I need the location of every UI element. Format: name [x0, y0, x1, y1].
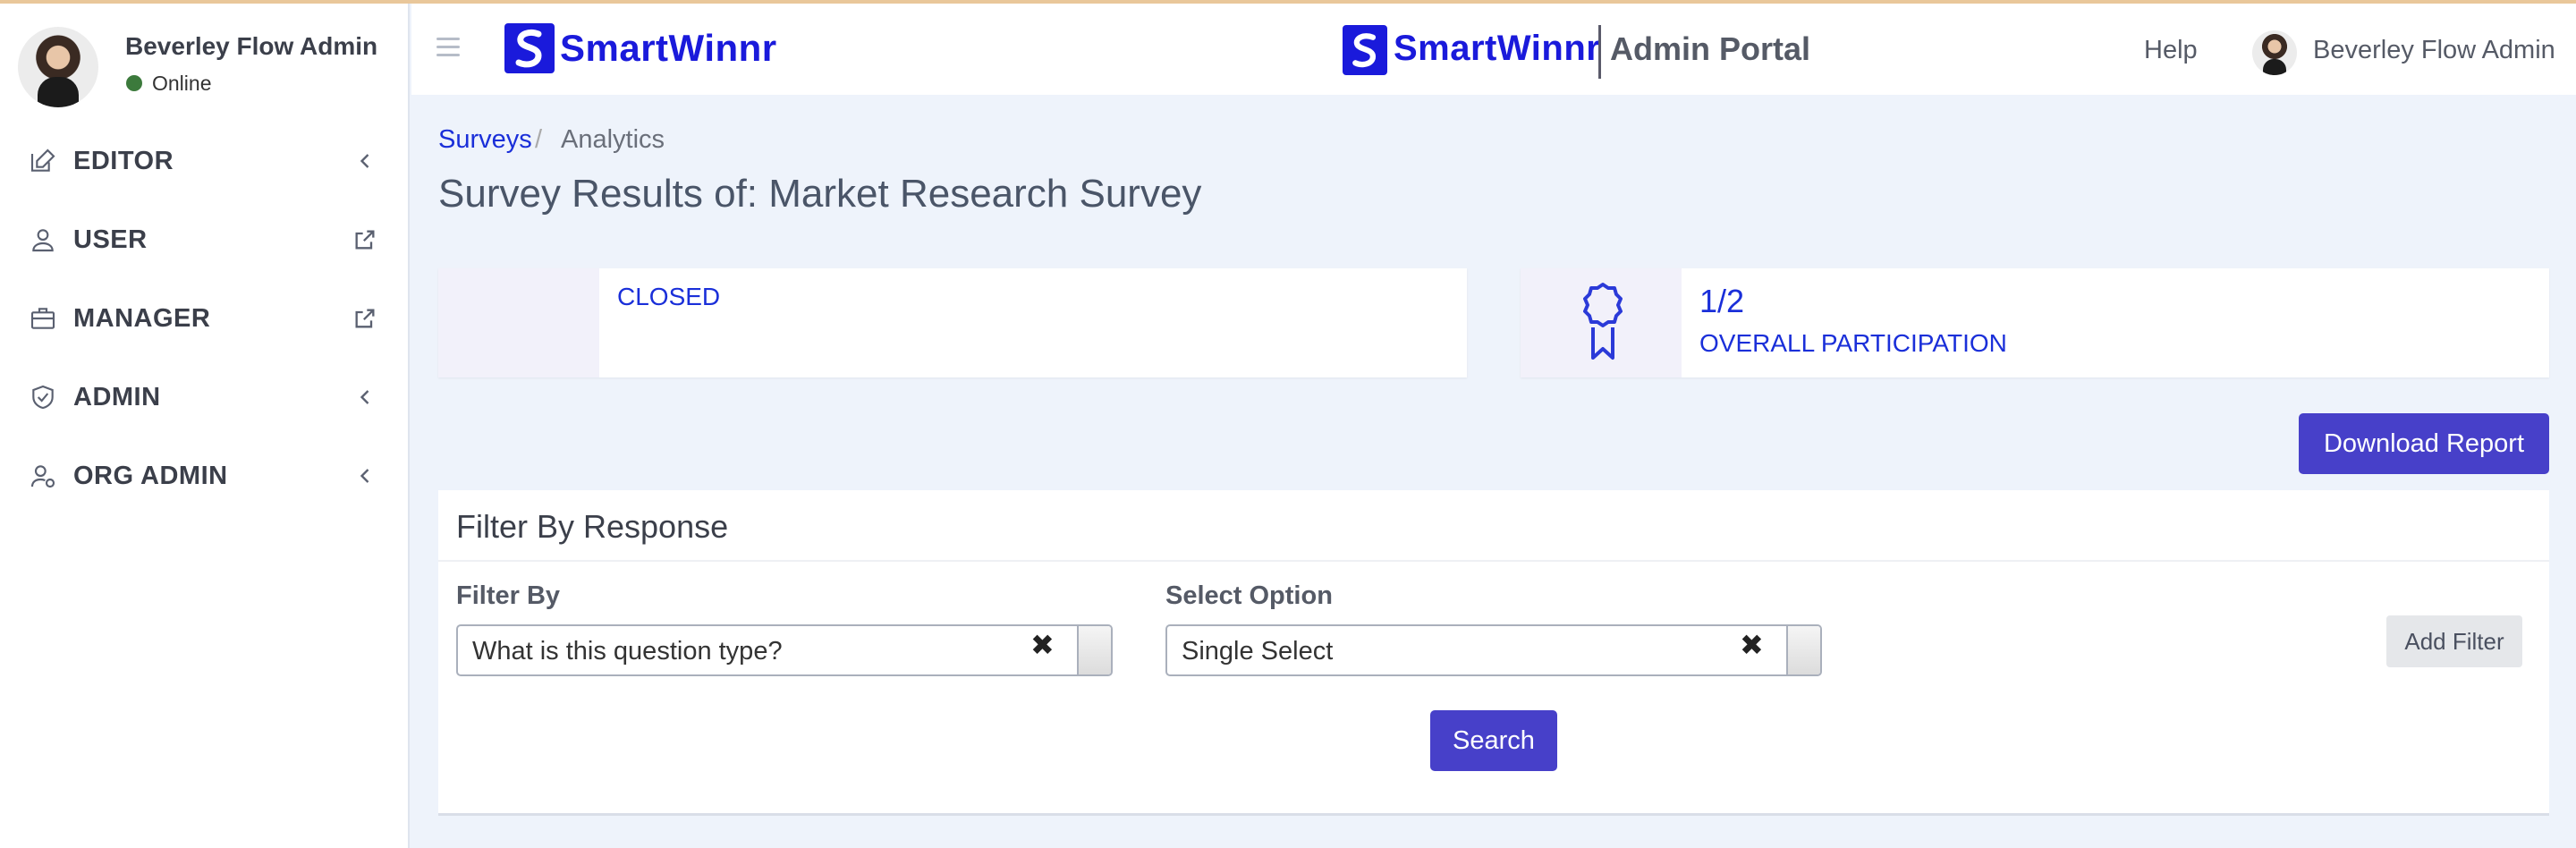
- clear-icon[interactable]: ✖: [1740, 628, 1764, 662]
- survey-status: CLOSED: [617, 283, 721, 310]
- select-option-select[interactable]: Single Select ✖: [1165, 624, 1822, 676]
- participation-icon-area: [1521, 268, 1682, 377]
- participation-label: OVERALL PARTICIPATION: [1699, 329, 2007, 357]
- clear-icon[interactable]: ✖: [1030, 628, 1055, 662]
- status-info-box: CLOSED: [438, 268, 1467, 377]
- download-report-button[interactable]: Download Report: [2299, 413, 2549, 474]
- sidebar-item-manager[interactable]: MANAGER: [0, 292, 408, 345]
- external-link-icon: [355, 309, 375, 328]
- add-filter-button[interactable]: Add Filter: [2386, 615, 2522, 667]
- briefcase-icon: [30, 308, 55, 329]
- search-button[interactable]: Search: [1430, 710, 1557, 771]
- sidebar-item-label: MANAGER: [73, 304, 211, 333]
- filter-card: Filter By Response Filter By What is thi…: [438, 490, 2549, 816]
- breadcrumb-surveys[interactable]: Surveys: [438, 125, 532, 155]
- filter-by-select[interactable]: What is this question type? ✖: [456, 624, 1113, 676]
- breadcrumb-separator: /: [535, 125, 543, 154]
- page-title: Survey Results of: Market Research Surve…: [438, 172, 1202, 216]
- select-option-value: Single Select: [1182, 637, 1334, 666]
- edit-icon: [30, 148, 55, 172]
- smartwinnr-logo-center-icon: [1343, 25, 1387, 75]
- chevron-left-icon: [360, 390, 369, 404]
- sidebar-item-admin[interactable]: ADMIN: [0, 370, 408, 424]
- header-user-name[interactable]: Beverley Flow Admin: [2313, 36, 2555, 65]
- sidebar-item-org-admin[interactable]: ORG ADMIN: [0, 449, 408, 503]
- chevron-left-icon: [360, 154, 369, 168]
- dropdown-arrow-icon[interactable]: [1786, 626, 1820, 674]
- external-link-icon: [355, 230, 375, 250]
- select-option-label: Select Option: [1165, 581, 1333, 610]
- participation-info-box: 1/2 OVERALL PARTICIPATION: [1521, 268, 2549, 377]
- sidebar-item-label: USER: [73, 225, 148, 254]
- dropdown-arrow-icon[interactable]: [1077, 626, 1111, 674]
- filter-by-label: Filter By: [456, 581, 561, 610]
- sidebar-item-label: EDITOR: [73, 147, 174, 175]
- sidebar-item-label: ORG ADMIN: [73, 462, 228, 490]
- portal-title: Admin Portal: [1610, 30, 1811, 67]
- filter-by-value: What is this question type?: [472, 637, 783, 666]
- sidebar-item-editor[interactable]: EDITOR: [0, 134, 408, 188]
- sidebar: Beverley Flow Admin Online EDITOR USER M…: [0, 4, 410, 848]
- filter-card-title: Filter By Response: [456, 508, 729, 545]
- card-divider: [438, 560, 2549, 562]
- participation-count: 1/2: [1699, 283, 1745, 319]
- user-settings-icon: [30, 465, 55, 488]
- sidebar-user-name: Beverley Flow Admin: [125, 32, 378, 60]
- online-status-text: Online: [152, 72, 212, 95]
- hamburger-menu-icon[interactable]: [436, 38, 460, 59]
- online-status-dot-icon: [126, 75, 142, 91]
- user-icon: [32, 229, 54, 252]
- smartwinnr-logo-icon[interactable]: [504, 23, 555, 73]
- top-header: SmartWinnr SmartWinnr Admin Portal Help …: [411, 4, 2576, 95]
- help-link[interactable]: Help: [2144, 36, 2198, 65]
- avatar: [18, 27, 98, 107]
- center-brand-name: SmartWinnr: [1394, 29, 1601, 68]
- sidebar-item-label: ADMIN: [73, 383, 161, 411]
- award-ribbon-icon: [1583, 283, 1623, 360]
- brand-name[interactable]: SmartWinnr: [560, 27, 777, 70]
- sidebar-item-user[interactable]: USER: [0, 213, 408, 267]
- brand-divider: [1598, 25, 1601, 79]
- sidebar-user-panel: Beverley Flow Admin Online: [18, 27, 394, 107]
- breadcrumb-current: Analytics: [561, 125, 665, 154]
- shield-check-icon: [32, 385, 54, 410]
- header-avatar[interactable]: [2252, 30, 2297, 75]
- status-icon-area: [438, 268, 599, 377]
- chevron-left-icon: [360, 469, 369, 483]
